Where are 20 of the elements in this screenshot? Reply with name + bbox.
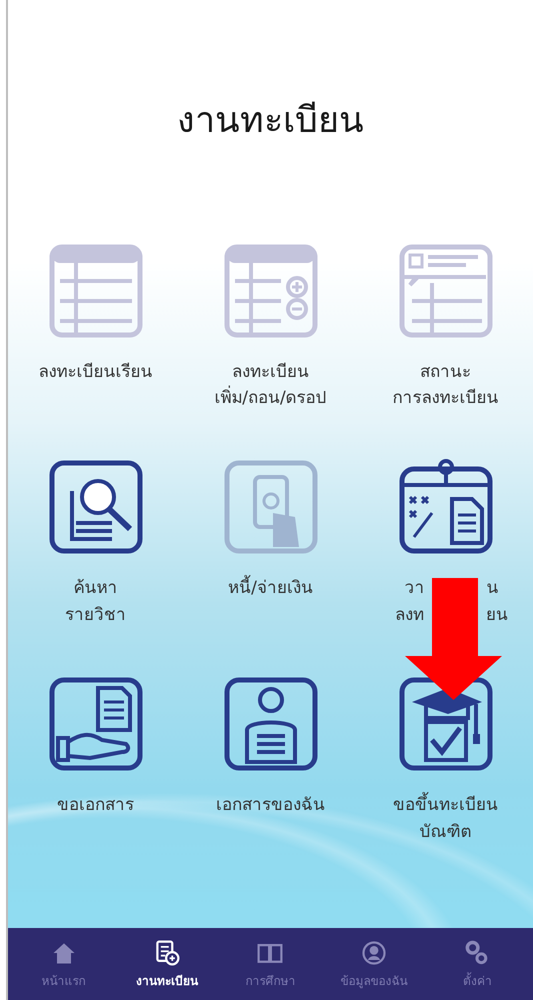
menu-tile[interactable]: วา น ลงท ยน [358,457,533,628]
menu-label: ขอขึ้นทะเบียน บัณฑิต [393,792,498,845]
menu-label: ยน [486,604,508,627]
menu-label: น [486,577,498,600]
nav-tab[interactable]: งานทะเบียน [117,938,218,990]
menu-label: วา [404,577,424,600]
menu-tile[interactable]: ขอเอกสาร [8,674,183,845]
menu-label: สถานะ การลงทะเบียน [392,360,498,410]
menu-tile[interactable]: ขอขึ้นทะเบียน บัณฑิต [358,674,533,845]
menu-tile[interactable]: เอกสารของฉัน [183,674,358,845]
menu-tile[interactable]: ค้นหา รายวิชา [8,457,183,628]
profile-icon [360,938,388,966]
menu-label: หนี้/จ่ายเงิน [228,575,313,602]
page-title: งานทะเบียน [177,99,364,143]
menu-label: ขอเอกสาร [57,794,134,818]
menu-label: เอกสารของฉัน [216,794,325,818]
menu-label: ค้นหา รายวิชา [65,577,126,627]
menu-label: ลงท [395,604,424,627]
menu-label: ลงทะเบียนเรียน [38,360,152,384]
menu-label: ลงทะเบียน เพิ่ม/ถอน/ดรอป [214,360,327,410]
